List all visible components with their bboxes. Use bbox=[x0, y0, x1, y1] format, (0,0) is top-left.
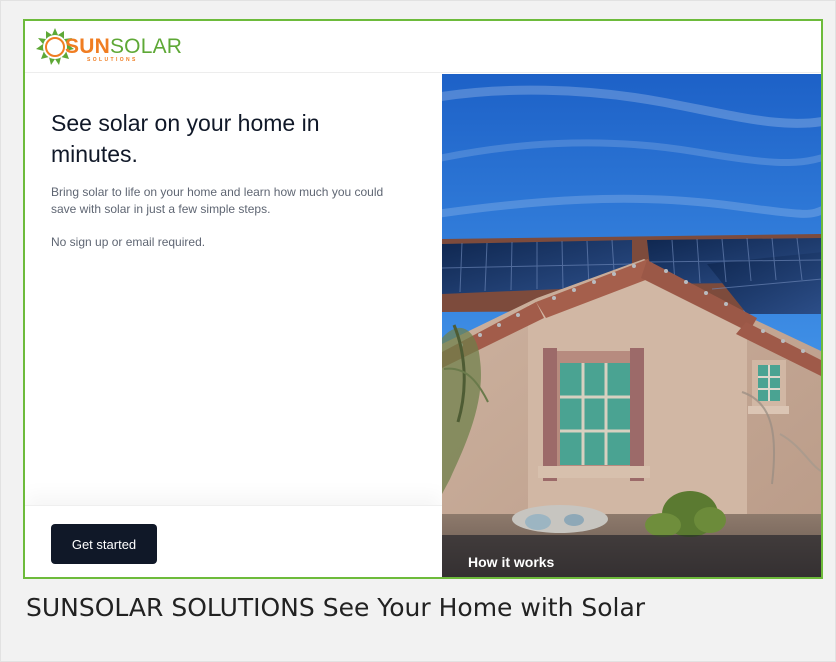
how-it-works-bar: How it works bbox=[442, 535, 821, 577]
screenshot-caption: SUNSOLAR SOLUTIONS See Your Home with So… bbox=[26, 593, 646, 622]
brand-wordmark: SUNSOLAR bbox=[65, 36, 182, 58]
brand-solar-text: SOLAR bbox=[109, 35, 183, 58]
house-photo-panel: How it works bbox=[442, 74, 821, 577]
brand-logo[interactable]: SUNSOLAR SOLUTIONS bbox=[35, 27, 182, 67]
intro-content: See solar on your home in minutes. Bring… bbox=[51, 108, 401, 251]
solar-landing-frame: SUNSOLAR SOLUTIONS See solar on your hom… bbox=[23, 19, 823, 579]
get-started-button[interactable]: Get started bbox=[51, 524, 157, 564]
brand-solutions-text: SOLUTIONS bbox=[87, 57, 138, 63]
top-header: SUNSOLAR SOLUTIONS bbox=[25, 21, 821, 73]
cta-footer: Get started bbox=[25, 505, 442, 577]
brand-sun-text: SUN bbox=[65, 35, 110, 58]
intro-description: Bring solar to life on your home and lea… bbox=[51, 185, 384, 216]
left-intro-panel: See solar on your home in minutes. Bring… bbox=[25, 74, 442, 577]
page-shell: SUNSOLAR SOLUTIONS See solar on your hom… bbox=[0, 0, 836, 662]
page-title: See solar on your home in minutes. bbox=[51, 110, 320, 167]
no-signup-note: No sign up or email required. bbox=[51, 235, 206, 249]
how-it-works-link[interactable]: How it works bbox=[468, 554, 554, 570]
solar-house-photo bbox=[442, 74, 821, 577]
